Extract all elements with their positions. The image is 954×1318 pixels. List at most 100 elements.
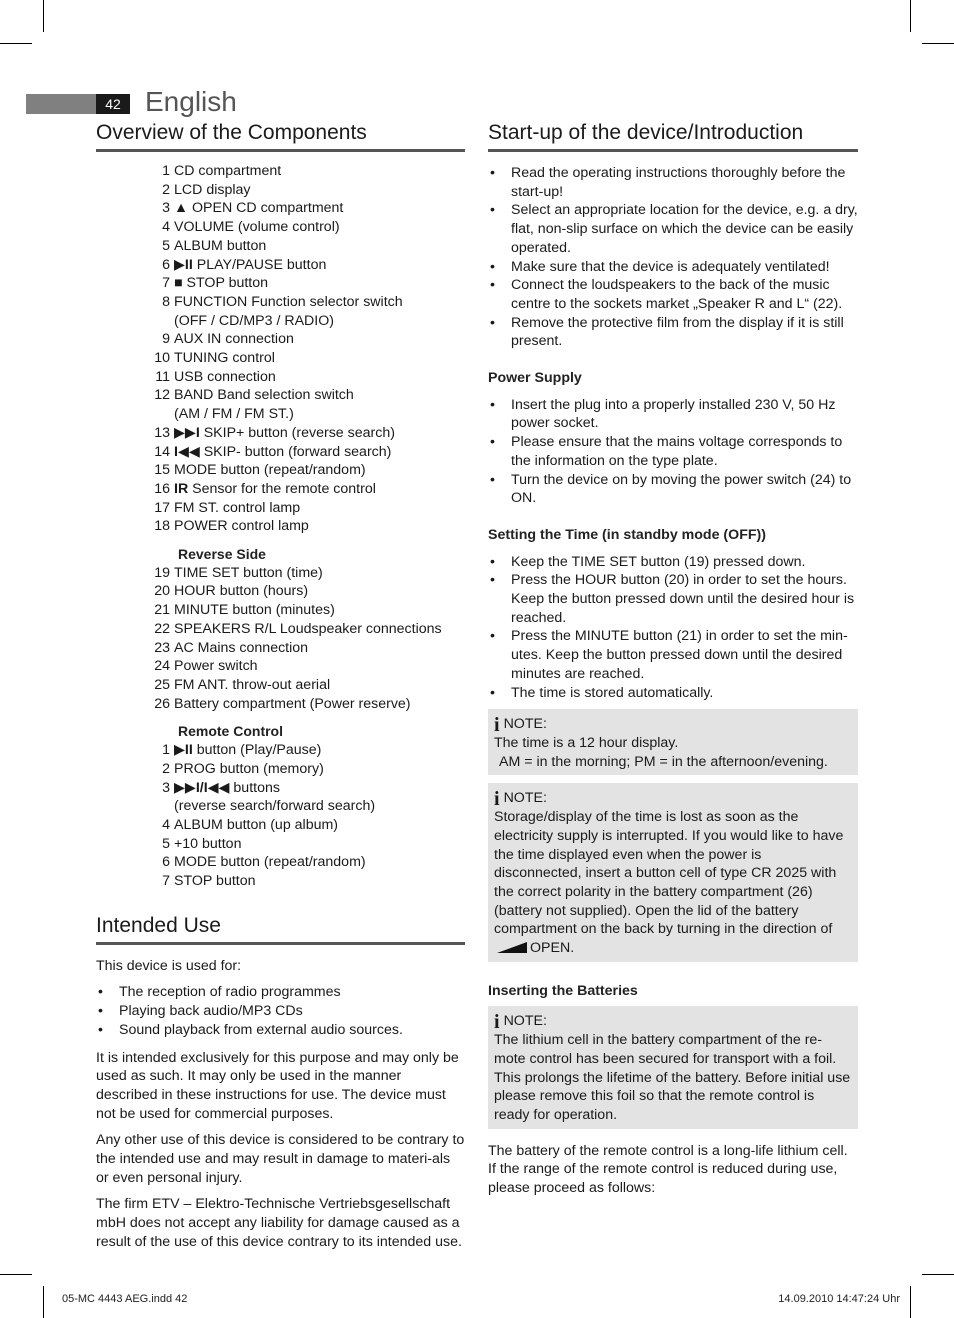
component-label: +10 button: [174, 835, 465, 854]
component-text: HOUR button (hours): [174, 583, 309, 600]
crop-mark: [0, 43, 32, 44]
note-box: i NOTE: The lithium cell in the battery …: [488, 1006, 858, 1129]
component-number: [96, 312, 174, 331]
intended-use-title: Intended Use: [96, 911, 465, 945]
component-number: 20: [154, 583, 170, 600]
component-item: 22 SPEAKERS R/L Loudspeaker connections: [96, 620, 465, 639]
component-item: 2 PROG button (memory): [96, 760, 465, 779]
component-item: 6 ▶II PLAY/PAUSE button: [96, 256, 465, 275]
component-label: STOP button: [174, 872, 465, 891]
component-text: SKIP+ button (reverse search): [203, 424, 395, 441]
component-label: IR Sensor for the remote control: [174, 480, 465, 499]
component-label: PROG button (memory): [174, 760, 465, 779]
footer-timestamp: 14.09.2010 14:47:24 Uhr: [778, 1293, 900, 1305]
component-item: 10 TUNING control: [96, 349, 465, 368]
crop-mark: [43, 0, 44, 32]
note-text: Storage/display of the time is lost as s…: [494, 808, 852, 958]
component-text: FUNCTION Function selector switch: [174, 293, 403, 310]
component-number: 4: [162, 219, 170, 236]
components-subtitle: Reverse Side: [178, 546, 266, 563]
component-item: 25 FM ANT. throw-out aerial: [96, 676, 465, 695]
component-text: POWER control lamp: [174, 518, 309, 535]
button-symbol-icon: I◀◀: [174, 443, 200, 460]
list-item: Please ensure that the mains voltage cor…: [488, 433, 858, 470]
component-item: 1 CD compartment: [96, 162, 465, 181]
component-number: 10: [154, 350, 170, 367]
power-supply-title: Power Supply: [488, 370, 582, 387]
component-item: 5 +10 button: [96, 835, 465, 854]
startup-title: Start-up of the device/Introduction: [488, 118, 858, 152]
intended-use-paragraph: Any other use of this device is consider…: [96, 1132, 465, 1186]
list-item: The reception of radio programmes: [96, 983, 465, 1002]
intended-use-paragraph: It is intended exclusively for this purp…: [96, 1049, 459, 1122]
component-label: MODE button (repeat/random): [174, 853, 465, 872]
component-label: Battery compartment (Power reserve): [174, 695, 465, 714]
batteries-title: Inserting the Batteries: [488, 982, 638, 999]
component-text: VOLUME (volume control): [174, 219, 340, 236]
crop-mark: [43, 1286, 44, 1318]
component-label: SPEAKERS R/L Loudspeaker connections: [174, 620, 465, 639]
batteries-paragraph: The battery of the remote control is a l…: [488, 1142, 848, 1197]
list-item: Keep the TIME SET button (19) pressed do…: [488, 553, 858, 572]
component-number: [96, 405, 174, 424]
component-label: ■ STOP button: [174, 274, 465, 293]
component-item: 20 HOUR button (hours): [96, 582, 465, 601]
note-text: The time is a 12 hour display.: [494, 734, 679, 751]
component-label: ALBUM button (up album): [174, 816, 465, 835]
component-number: 7: [162, 275, 170, 292]
component-item: 14 I◀◀ SKIP- button (forward search): [96, 443, 465, 462]
component-label: MINUTE button (minutes): [174, 601, 465, 620]
component-text: TIME SET button (time): [174, 564, 323, 581]
component-item: 7 STOP button: [96, 872, 465, 891]
component-number: 12: [154, 387, 170, 404]
component-label: ▶II PLAY/PAUSE button: [174, 256, 465, 275]
open-direction-icon: [497, 942, 527, 954]
component-number: 26: [154, 695, 170, 712]
component-item: 5 ALBUM button: [96, 237, 465, 256]
note-text: AM = in the morning; PM = in the afterno…: [499, 753, 828, 770]
power-supply-bullets: Insert the plug into a properly installe…: [488, 396, 858, 508]
list-item: Select an appropriate location for the d…: [488, 201, 858, 257]
crop-mark: [922, 1274, 954, 1275]
info-icon: i: [494, 1010, 500, 1033]
left-column: Overview of the Components 1 CD compartme…: [96, 118, 465, 1252]
component-item: 8 FUNCTION Function selector switch: [96, 293, 465, 312]
note-body: Storage/display of the time is lost as s…: [494, 809, 844, 938]
info-icon: i: [494, 713, 500, 736]
component-number: 2: [162, 760, 170, 777]
component-text: AUX IN connection: [174, 331, 294, 348]
list-item: The time is stored automatically.: [488, 684, 858, 703]
intended-use-paragraph: The firm ETV – Elektro-Technische Vertri…: [96, 1196, 462, 1250]
component-text: PLAY/PAUSE button: [196, 256, 327, 273]
component-text: Battery compartment (Power reserve): [174, 695, 411, 712]
component-item: 4 ALBUM button (up album): [96, 816, 465, 835]
component-text: +10 button: [174, 835, 242, 852]
list-item: Turn the device on by moving the power s…: [488, 471, 858, 508]
crop-mark: [910, 1286, 911, 1318]
component-item: 9 AUX IN connection: [96, 330, 465, 349]
component-number: 6: [162, 256, 170, 273]
intended-use-intro: This device is used for:: [96, 957, 242, 974]
note-label: NOTE:: [503, 1013, 547, 1030]
component-label: ALBUM button: [174, 237, 465, 256]
component-text: buttons: [233, 779, 280, 796]
component-item: 6 MODE button (repeat/random): [96, 853, 465, 872]
component-label: I◀◀ SKIP- button (forward search): [174, 443, 465, 462]
component-number: [96, 797, 174, 816]
component-item: (AM / FM / FM ST.): [96, 405, 465, 424]
component-item: 2 LCD display: [96, 181, 465, 200]
component-number: 4: [162, 816, 170, 833]
crop-mark: [910, 0, 911, 32]
component-item: 7 ■ STOP button: [96, 274, 465, 293]
component-label: ▶II button (Play/Pause): [174, 741, 465, 760]
component-label: CD compartment: [174, 162, 465, 181]
component-item: 19 TIME SET button (time): [96, 564, 465, 583]
list-item: Press the MINUTE button (21) in order to…: [488, 627, 858, 683]
component-item: 26 Battery compartment (Power reserve): [96, 695, 465, 714]
component-number: 6: [162, 854, 170, 871]
button-symbol-icon: ■: [174, 275, 183, 292]
button-symbol-icon: ▶▶I: [174, 424, 200, 441]
component-number: 2: [162, 181, 170, 198]
component-label: TUNING control: [174, 349, 465, 368]
component-text: (AM / FM / FM ST.): [174, 406, 294, 423]
